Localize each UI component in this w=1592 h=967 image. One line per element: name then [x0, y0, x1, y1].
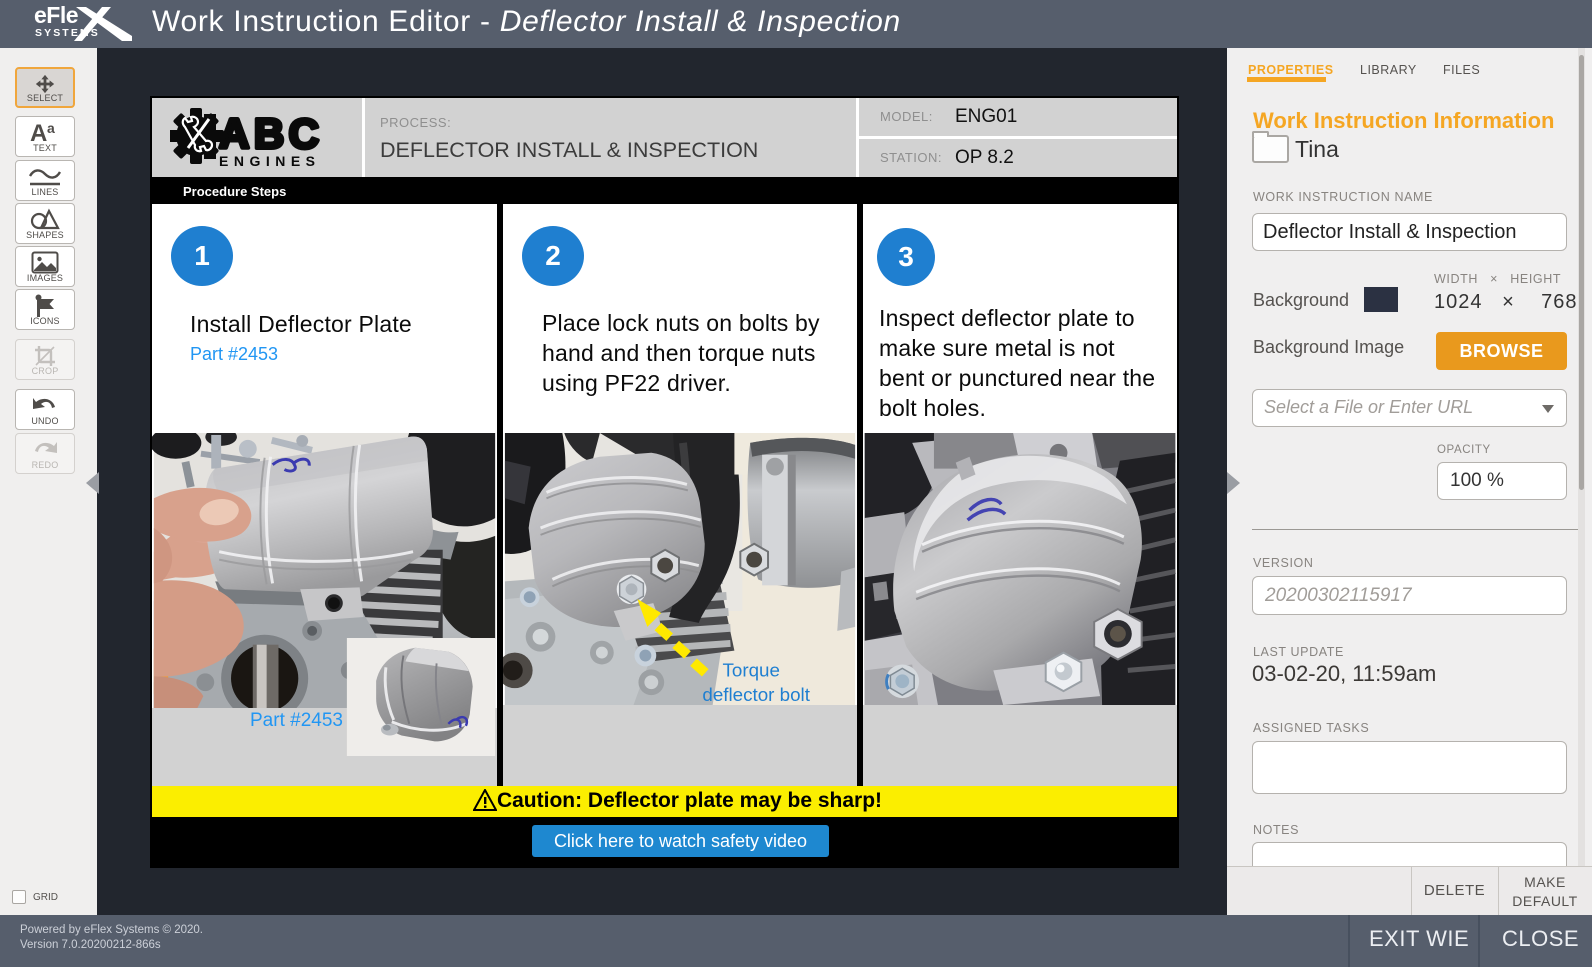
svg-text:eFle: eFle: [34, 3, 78, 28]
svg-text:a: a: [47, 121, 55, 136]
svg-text:ABC: ABC: [219, 110, 319, 157]
svg-text:ENGINES: ENGINES: [219, 153, 321, 168]
svg-text:Torque: Torque: [722, 659, 779, 680]
svg-text:A: A: [30, 121, 47, 145]
svg-text:deflector bolt: deflector bolt: [702, 684, 810, 705]
